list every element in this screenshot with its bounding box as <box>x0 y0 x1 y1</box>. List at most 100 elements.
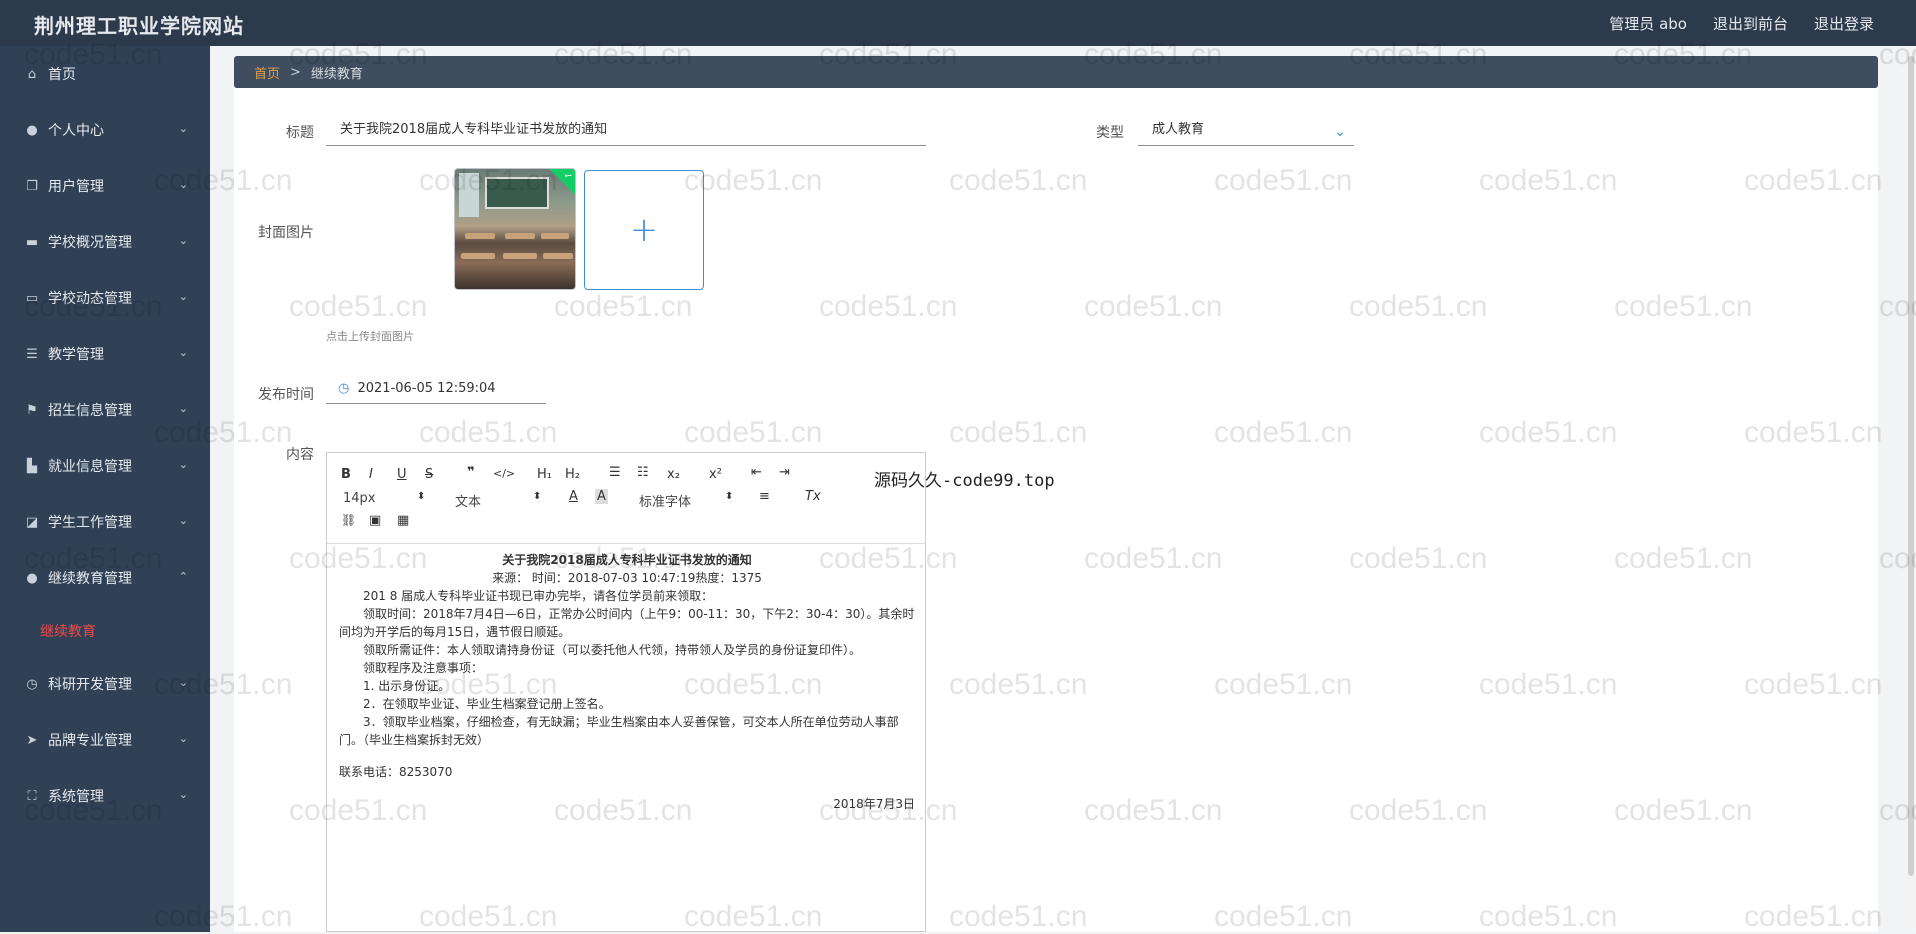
sidebar-item-admission[interactable]: ⚑ 招生信息管理 ⌄ <box>0 382 210 438</box>
top-right-links: 管理员 abo 退出到前台 退出登录 <box>1609 13 1874 34</box>
sidebar-item-research[interactable]: ◷ 科研开发管理 ⌄ <box>0 656 210 712</box>
underline-button[interactable]: U <box>397 467 407 482</box>
sidebar-item-label: 科研开发管理 <box>48 677 132 693</box>
sidebar-item-system[interactable]: ⛶ 系统管理 ⌄ <box>0 768 210 824</box>
ordered-list-button[interactable]: ☰ <box>609 465 621 480</box>
type-label: 类型 <box>1096 125 1124 141</box>
font-color-button[interactable]: A <box>569 489 578 504</box>
article-line: 2．在领取毕业证、毕业生档案登记册上签名。 <box>339 697 611 711</box>
bullet-list-button[interactable]: ☷ <box>637 465 649 480</box>
sidebar-item-student-work[interactable]: ◪ 学生工作管理 ⌄ <box>0 494 210 550</box>
clock-icon: ◷ <box>26 676 38 692</box>
size-select-arrow-icon: ⬍ <box>417 491 426 502</box>
chat-icon: ▭ <box>25 290 39 306</box>
indent-button[interactable]: ⇥ <box>779 465 790 480</box>
font-select[interactable]: 标准字体 <box>639 491 691 510</box>
italic-button[interactable]: I <box>369 467 373 482</box>
chevron-down-icon: ⌄ <box>178 458 188 471</box>
background-color-button[interactable]: A <box>595 489 608 504</box>
code-button[interactable]: </> <box>493 467 515 480</box>
sidebar-item-school-news[interactable]: ▭ 学校动态管理 ⌄ <box>0 270 210 326</box>
cover-thumbnail[interactable]: ✓ <box>454 168 576 290</box>
main-panel: 标题 关于我院2018届成人专科毕业证书发放的通知 类型 成人教育 ⌄ 封面图片… <box>234 88 1878 932</box>
breadcrumb-home[interactable]: 首页 <box>254 63 280 82</box>
sidebar-item-employment[interactable]: ▙ 就业信息管理 ⌄ <box>0 438 210 494</box>
header-select-arrow-icon: ⬍ <box>533 491 542 502</box>
size-select[interactable]: 14px <box>343 491 376 506</box>
header-select[interactable]: 文本 <box>455 491 481 510</box>
image-icon[interactable]: ▣ <box>369 513 381 528</box>
superscript-button[interactable]: x² <box>709 467 722 482</box>
flag-icon: ⚑ <box>26 402 38 418</box>
briefcase-icon: ▬ <box>25 234 39 250</box>
outdent-button[interactable]: ⇤ <box>751 465 762 480</box>
article-source: 来源： 时间：2018-07-03 10:47:19热度：1375 <box>492 571 762 585</box>
sidebar-item-label: 学校动态管理 <box>48 291 132 307</box>
font-select-arrow-icon: ⬍ <box>725 491 734 502</box>
site-title: 荆州理工职业学院网站 <box>34 14 244 38</box>
sidebar-item-label: 首页 <box>48 67 76 83</box>
sidebar-item-label: 学生工作管理 <box>48 515 132 531</box>
sidebar-item-label: 用户管理 <box>48 179 104 195</box>
editor-toolbar: B I U S ❞ </> H₁ H₂ ☰ ☷ x₂ x² ⇤ ⇥ 14px ⬍… <box>327 453 925 544</box>
upload-hint: 点击上传封面图片 <box>326 330 414 343</box>
h2-button[interactable]: H₂ <box>565 467 580 482</box>
type-select-value: 成人教育 <box>1152 122 1205 137</box>
person-icon: ● <box>26 570 38 586</box>
video-icon[interactable]: ▦ <box>397 513 409 528</box>
chevron-down-icon: ⌄ <box>178 290 188 303</box>
editor-content[interactable]: 关于我院2018届成人专科毕业证书发放的通知 来源： 时间：2018-07-03… <box>339 551 915 813</box>
logout-link[interactable]: 退出登录 <box>1814 13 1874 34</box>
rich-text-editor[interactable]: B I U S ❞ </> H₁ H₂ ☰ ☷ x₂ x² ⇤ ⇥ 14px ⬍… <box>326 452 926 932</box>
article-line: 201 8 届成人专科毕业证书现已审办完毕，请各位学员前来领取： <box>339 589 714 603</box>
sidebar-item-teaching[interactable]: ☰ 教学管理 ⌄ <box>0 326 210 382</box>
chevron-down-icon: ⌄ <box>178 122 188 135</box>
user-label[interactable]: 管理员 abo <box>1609 13 1687 34</box>
date-label: 发布时间 <box>258 387 314 403</box>
front-link[interactable]: 退出到前台 <box>1713 13 1788 34</box>
sidebar-item-profile[interactable]: ● 个人中心 ⌄ <box>0 102 210 158</box>
article-line: 领取时间：2018年7月4日—6日，正常办公时间内（上午9：00-11：30，下… <box>339 607 915 639</box>
article-phone: 联系电话：8253070 <box>339 765 453 779</box>
breadcrumb-separator: > <box>290 64 301 80</box>
sidebar-item-brand-major[interactable]: ➤ 品牌专业管理 ⌄ <box>0 712 210 768</box>
bold-button[interactable]: B <box>341 467 351 482</box>
title-input[interactable]: 关于我院2018届成人专科毕业证书发放的通知 <box>326 118 926 146</box>
sidebar-item-users[interactable]: ❐ 用户管理 ⌄ <box>0 158 210 214</box>
page-scrollbar[interactable] <box>1906 46 1916 932</box>
check-icon: ✓ <box>547 169 575 197</box>
top-bar: 荆州理工职业学院网站 管理员 abo 退出到前台 退出登录 <box>0 0 1916 46</box>
subscript-button[interactable]: x₂ <box>667 467 680 482</box>
sidebar-item-label: 继续教育管理 <box>48 571 132 587</box>
title-label: 标题 <box>286 125 314 141</box>
plus-icon: + <box>629 210 659 250</box>
overlay-watermark: 源码久久-code99.top <box>874 471 1055 491</box>
sidebar-subitem-continuing-education[interactable]: 继续教育 <box>0 606 210 656</box>
article-line: 3．领取毕业档案，仔细检查，有无缺漏；毕业生档案由本人妥善保管，可交本人所在单位… <box>339 715 899 747</box>
chevron-down-icon: ⌄ <box>178 732 188 745</box>
clean-format-button[interactable]: Tx <box>805 489 821 504</box>
clock-icon: ◷ <box>338 381 350 396</box>
h1-button[interactable]: H₁ <box>537 467 552 482</box>
type-select[interactable]: 成人教育 ⌄ <box>1138 118 1354 146</box>
align-button[interactable]: ≡ <box>759 489 770 504</box>
sidebar-item-label: 学校概况管理 <box>48 235 132 251</box>
chevron-down-icon: ⌄ <box>1334 124 1346 140</box>
sidebar-item-home[interactable]: ⌂ 首页 <box>0 46 210 102</box>
sidebar-item-continuing-education[interactable]: ● 继续教育管理 ⌃ <box>0 550 210 606</box>
date-picker[interactable]: ◷ 2021-06-05 12:59:04 <box>326 378 546 404</box>
send-icon: ➤ <box>26 732 38 748</box>
date-value: 2021-06-05 12:59:04 <box>357 381 496 396</box>
scrollbar-thumb[interactable] <box>1908 56 1914 876</box>
article-line: 领取程序及注意事项： <box>339 661 484 675</box>
user-icon: ● <box>26 122 38 138</box>
quote-button[interactable]: ❞ <box>467 465 475 480</box>
article-date: 2018年7月3日 <box>833 797 915 811</box>
article-title: 关于我院2018届成人专科毕业证书发放的通知 <box>502 553 752 567</box>
chevron-down-icon: ⌄ <box>178 676 188 689</box>
strike-button[interactable]: S <box>425 467 433 482</box>
sidebar-item-school-overview[interactable]: ▬ 学校概况管理 ⌄ <box>0 214 210 270</box>
chevron-up-icon: ⌃ <box>178 570 188 583</box>
link-icon[interactable]: ⛓ <box>341 513 356 527</box>
upload-button[interactable]: + <box>584 170 704 290</box>
